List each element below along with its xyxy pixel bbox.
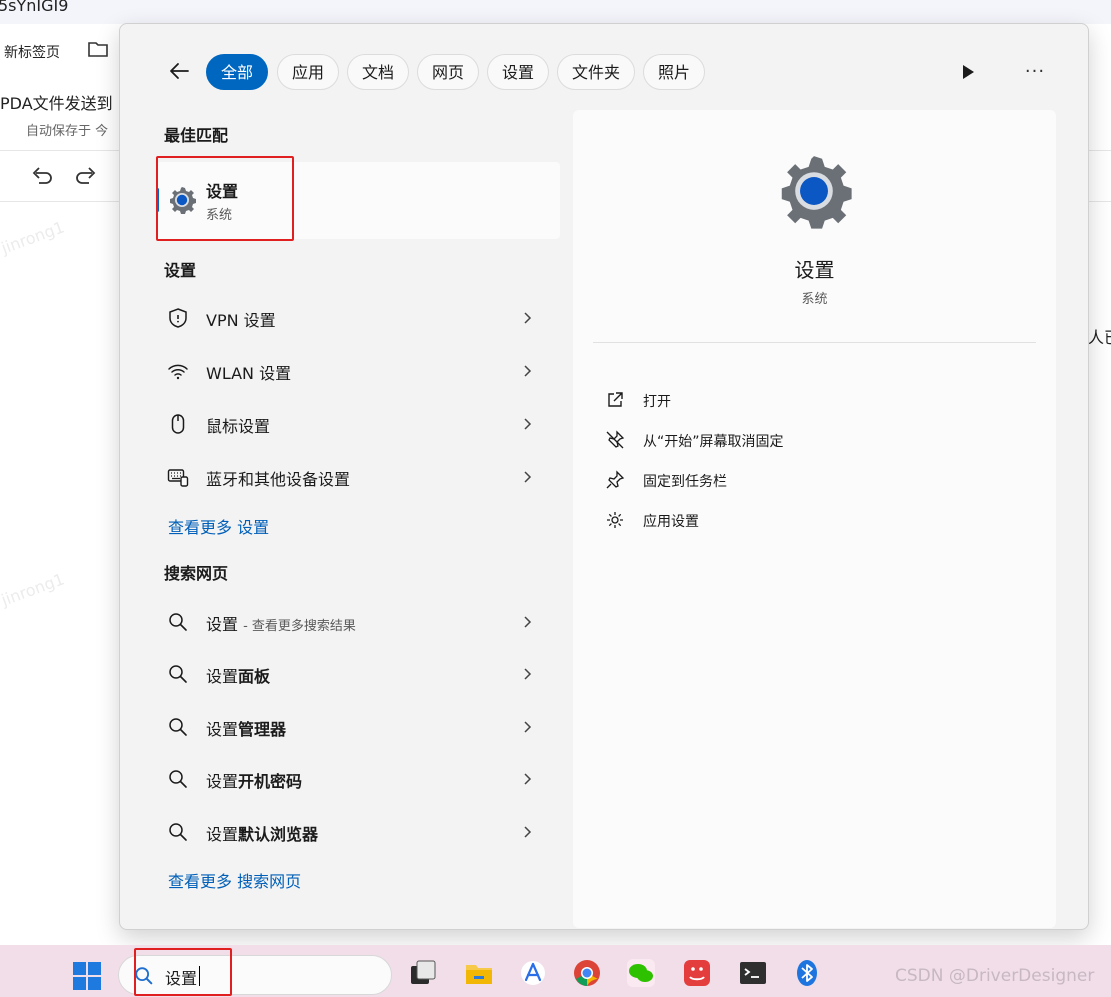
action-open[interactable]: 打开 <box>605 386 1025 414</box>
detail-pane: 设置 系统 打开 从“开始”屏幕取消固定 固定到任务栏 应用设置 <box>573 110 1056 928</box>
bluetooth-icon[interactable] <box>792 958 822 988</box>
result-label: 鼠标设置 <box>206 417 271 436</box>
windows-start-icon[interactable] <box>72 961 102 991</box>
keyboard-icon <box>167 469 189 487</box>
folder-icon[interactable] <box>87 40 109 58</box>
action-label: 应用设置 <box>643 514 699 530</box>
web-result-item[interactable]: 设置管理器 <box>156 704 560 750</box>
terminal-icon[interactable] <box>738 958 768 988</box>
undo-icon[interactable] <box>30 165 54 187</box>
chevron-right-icon <box>524 773 532 785</box>
pin-icon <box>606 470 625 489</box>
see-more-settings-link[interactable]: 查看更多 设置 <box>168 514 269 538</box>
tab-apps[interactable]: 应用 <box>277 54 340 90</box>
app-store-icon[interactable] <box>518 958 548 988</box>
settings-gear-icon <box>781 156 852 229</box>
web-result-item[interactable]: 设置默认浏览器 <box>156 809 560 855</box>
search-icon <box>169 770 187 788</box>
task-view-icon[interactable] <box>408 958 438 988</box>
highlight-box <box>156 156 294 241</box>
bookmark-new-tab[interactable]: 新标签页 <box>4 42 60 62</box>
watermark: jinrong1 <box>0 569 67 610</box>
action-pin-taskbar[interactable]: 固定到任务栏 <box>605 466 1025 494</box>
result-label: 设置 - 查看更多搜索结果 <box>206 615 356 634</box>
search-icon <box>169 665 187 683</box>
wechat-icon[interactable] <box>626 958 656 988</box>
browser-title-bar: 5sYnIGI9 <box>0 0 1111 24</box>
chevron-right-icon <box>524 312 532 324</box>
settings-section-header: 设置 <box>164 261 197 280</box>
result-label: 设置开机密码 <box>206 772 303 791</box>
chevron-right-icon <box>524 418 532 430</box>
action-label: 固定到任务栏 <box>643 474 727 490</box>
tab-web[interactable]: 网页 <box>417 54 480 90</box>
back-arrow-icon[interactable] <box>164 56 194 86</box>
web-result-item[interactable]: 设置 - 查看更多搜索结果 <box>156 599 560 645</box>
more-options-button[interactable]: ··· <box>1020 58 1050 86</box>
mouse-icon <box>171 414 185 434</box>
me-app-icon[interactable] <box>682 958 712 988</box>
autosave-status: 自动保存于 今 <box>26 124 109 139</box>
file-explorer-icon[interactable] <box>464 958 494 988</box>
detail-app-name: 设置 <box>794 258 835 282</box>
result-label: VPN 设置 <box>206 311 276 330</box>
gear-icon <box>607 512 623 528</box>
chevron-right-icon <box>524 668 532 680</box>
tab-all[interactable]: 全部 <box>206 54 269 90</box>
action-app-settings[interactable]: 应用设置 <box>605 506 1025 534</box>
action-label: 打开 <box>643 394 671 410</box>
chevron-right-icon <box>524 721 532 733</box>
divider <box>593 342 1036 343</box>
detail-app-type: 系统 <box>801 292 828 307</box>
web-result-item[interactable]: 设置面板 <box>156 651 560 697</box>
result-label: 设置面板 <box>206 667 271 686</box>
result-label: 设置管理器 <box>206 720 287 739</box>
result-mouse-settings[interactable]: 鼠标设置 <box>156 401 560 447</box>
right-side-text: 人已 <box>1088 328 1111 347</box>
search-icon <box>169 718 187 736</box>
search-icon <box>169 823 187 841</box>
result-bluetooth-settings[interactable]: 蓝牙和其他设备设置 <box>156 454 560 500</box>
watermark: jinrong1 <box>0 217 67 258</box>
result-label: WLAN 设置 <box>206 364 292 383</box>
tab-documents[interactable]: 文档 <box>347 54 410 90</box>
shield-icon <box>169 308 187 328</box>
result-label: 设置默认浏览器 <box>206 825 319 844</box>
tab-folders[interactable]: 文件夹 <box>557 54 636 90</box>
search-icon <box>169 613 187 631</box>
open-external-icon <box>608 392 623 407</box>
tab-photos[interactable]: 照片 <box>643 54 706 90</box>
see-more-web-link[interactable]: 查看更多 搜索网页 <box>168 868 301 892</box>
taskbar: 设置 CSDN @DriverDesigner <box>0 945 1111 997</box>
chrome-icon[interactable] <box>572 958 602 988</box>
result-label: 蓝牙和其他设备设置 <box>206 470 351 489</box>
action-label: 从“开始”屏幕取消固定 <box>643 434 784 450</box>
redo-icon[interactable] <box>74 165 98 187</box>
action-unpin-start[interactable]: 从“开始”屏幕取消固定 <box>605 426 1025 454</box>
chevron-right-icon <box>524 471 532 483</box>
highlight-box <box>134 948 232 996</box>
chevron-right-icon <box>524 616 532 628</box>
play-icon[interactable] <box>958 62 978 82</box>
csdn-watermark: CSDN @DriverDesigner <box>895 966 1095 986</box>
chevron-right-icon <box>524 826 532 838</box>
wifi-icon <box>168 364 188 380</box>
search-filter-bar: 全部 应用 文档 网页 设置 文件夹 照片 ··· <box>120 52 1088 92</box>
document-title: PDA文件发送到 <box>0 94 113 113</box>
best-match-header: 最佳匹配 <box>164 126 229 145</box>
tab-settings[interactable]: 设置 <box>487 54 550 90</box>
unpin-icon <box>606 430 625 449</box>
window-title: 5sYnIGI9 <box>0 0 69 15</box>
web-section-header: 搜索网页 <box>164 564 229 583</box>
chevron-right-icon <box>524 365 532 377</box>
result-vpn-settings[interactable]: VPN 设置 <box>156 295 560 341</box>
start-search-panel: 全部 应用 文档 网页 设置 文件夹 照片 ··· 最佳匹配 设置 系统 设置 … <box>119 23 1089 930</box>
result-wlan-settings[interactable]: WLAN 设置 <box>156 348 560 394</box>
web-result-item[interactable]: 设置开机密码 <box>156 756 560 802</box>
